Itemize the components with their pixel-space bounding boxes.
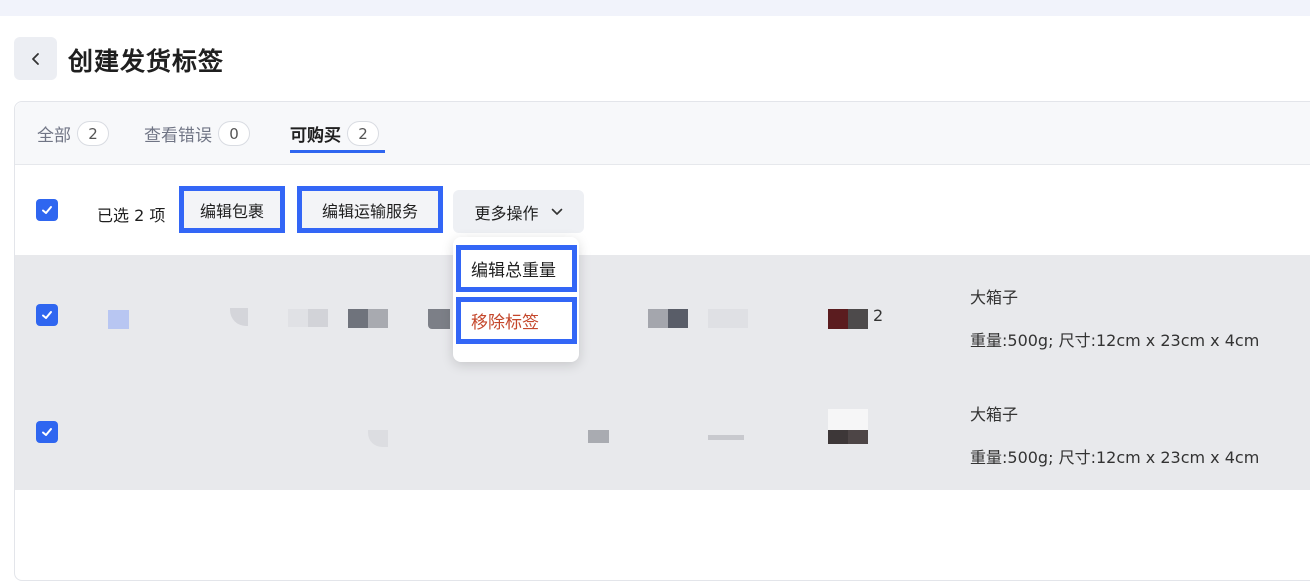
check-icon bbox=[42, 206, 52, 214]
row-checkbox[interactable] bbox=[36, 304, 58, 326]
tab-count: 0 bbox=[218, 121, 250, 146]
blurred-cell bbox=[348, 309, 388, 328]
check-icon bbox=[42, 428, 52, 436]
active-tab-indicator bbox=[290, 150, 385, 153]
top-bar bbox=[0, 0, 1310, 16]
chevron-left-icon bbox=[31, 52, 39, 65]
box-spec: 重量:500g; 尺寸:12cm x 23cm x 4cm bbox=[970, 331, 1260, 350]
blurred-cell bbox=[648, 309, 688, 328]
blurred-cell bbox=[428, 309, 450, 329]
box-spec: 重量:500g; 尺寸:12cm x 23cm x 4cm bbox=[970, 448, 1260, 467]
blurred-cell bbox=[708, 309, 748, 328]
back-button[interactable] bbox=[14, 37, 57, 80]
check-icon bbox=[42, 311, 52, 319]
blurred-cell bbox=[288, 309, 328, 327]
table-row: 大箱子 重量:500g; 尺寸:12cm x 23cm x 4cm bbox=[15, 372, 1310, 489]
blurred-cell bbox=[828, 309, 868, 329]
tab-errors[interactable]: 查看错误 0 bbox=[144, 121, 250, 146]
blurred-cell bbox=[368, 430, 388, 447]
tab-bar: 全部 2 查看错误 0 可购买 2 bbox=[15, 102, 1310, 165]
row-checkbox[interactable] bbox=[36, 421, 58, 443]
tab-label: 查看错误 bbox=[144, 126, 212, 146]
box-name: 大箱子 bbox=[970, 288, 1019, 307]
tab-purchasable[interactable]: 可购买 2 bbox=[290, 121, 379, 146]
table-row: 2 大箱子 重量:500g; 尺寸:12cm x 23cm x 4cm bbox=[15, 255, 1310, 372]
blurred-cell bbox=[828, 409, 868, 430]
package-list: 2 大箱子 重量:500g; 尺寸:12cm x 23cm x 4cm 大箱子 … bbox=[15, 255, 1310, 490]
selected-count-text: 已选 2 项 bbox=[97, 206, 166, 225]
more-actions-label: 更多操作 bbox=[474, 203, 539, 223]
blurred-cell bbox=[588, 430, 609, 443]
tab-label: 可购买 bbox=[290, 126, 341, 146]
page-title: 创建发货标签 bbox=[68, 47, 225, 76]
remove-label-item[interactable]: 移除标签 bbox=[456, 297, 577, 344]
tab-count: 2 bbox=[347, 121, 379, 146]
blurred-cell bbox=[828, 430, 868, 444]
tab-label: 全部 bbox=[37, 126, 71, 146]
quantity: 2 bbox=[873, 306, 884, 325]
chevron-down-icon bbox=[551, 208, 562, 215]
blurred-cell bbox=[230, 308, 248, 326]
blurred-cell bbox=[108, 310, 129, 329]
more-actions-menu: 编辑总重量 移除标签 bbox=[453, 237, 579, 362]
box-name: 大箱子 bbox=[970, 405, 1019, 424]
more-actions-button[interactable]: 更多操作 bbox=[453, 190, 584, 233]
tab-all[interactable]: 全部 2 bbox=[37, 121, 109, 146]
shipment-card: 全部 2 查看错误 0 可购买 2 已选 2 项 编辑包裹 编辑运输服务 更多操… bbox=[14, 101, 1310, 581]
blurred-cell bbox=[708, 435, 744, 440]
edit-package-button[interactable]: 编辑包裹 bbox=[179, 186, 285, 233]
edit-total-weight-item[interactable]: 编辑总重量 bbox=[456, 245, 577, 292]
edit-shipping-service-button[interactable]: 编辑运输服务 bbox=[297, 186, 443, 233]
tab-count: 2 bbox=[77, 121, 109, 146]
select-all-checkbox[interactable] bbox=[36, 199, 58, 221]
